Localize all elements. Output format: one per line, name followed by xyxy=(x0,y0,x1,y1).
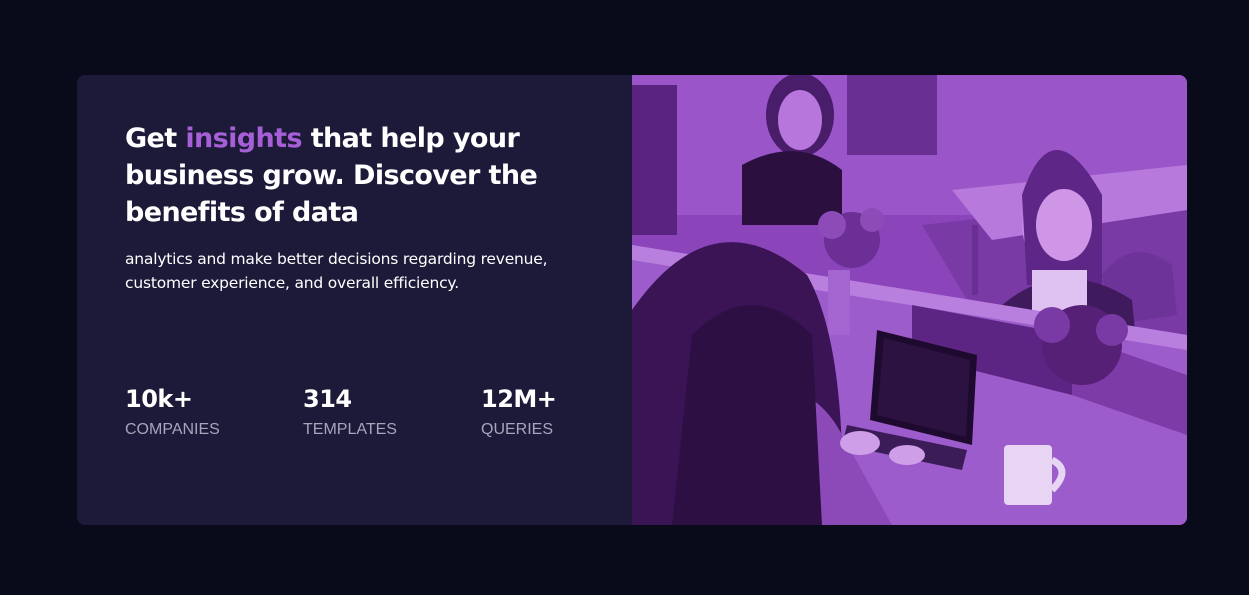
subtext: analytics and make better decisions rega… xyxy=(125,250,548,292)
office-photo-illustration xyxy=(632,75,1187,525)
text-panel: Get insights that help your business gro… xyxy=(77,75,632,525)
stat-label: TEMPLATES xyxy=(303,421,397,438)
stat-label: COMPANIES xyxy=(125,421,220,438)
headline-accent: insights xyxy=(185,123,302,154)
stat-companies: 10k+ COMPANIES xyxy=(125,385,303,439)
stat-value: 10k+ xyxy=(125,385,193,413)
stat-templates: 314 TEMPLATES xyxy=(303,385,481,439)
stats-row: 10k+ COMPANIES 314 TEMPLATES 12M+ QUERIE… xyxy=(125,385,659,439)
office-photo xyxy=(632,75,1187,525)
stats-card: Get insights that help your business gro… xyxy=(77,75,1187,525)
headline-start: Get xyxy=(125,123,186,154)
stat-value: 314 xyxy=(303,385,352,413)
headline: Get insights that help your business gro… xyxy=(125,120,545,231)
